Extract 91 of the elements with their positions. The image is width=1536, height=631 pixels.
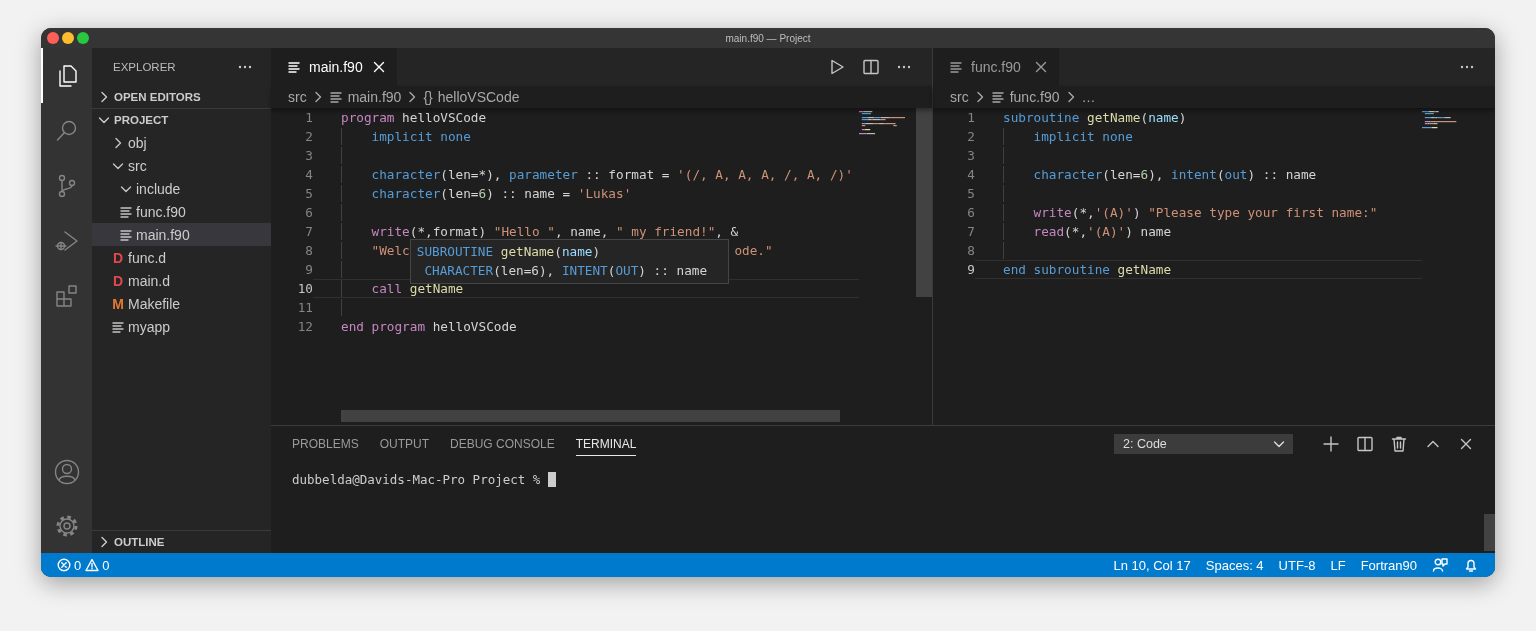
code-line: program helloVSCode — [340, 109, 488, 127]
breadcrumb-item[interactable]: … — [1081, 89, 1096, 105]
line-number: 8 — [304, 242, 313, 260]
error-icon — [57, 558, 71, 572]
file-icon — [949, 60, 963, 74]
breadcrumb-item[interactable]: src — [288, 89, 307, 105]
split-editor-icon[interactable] — [1356, 434, 1374, 453]
breadcrumb-item[interactable]: {} helloVSCode — [423, 89, 520, 105]
scrollbar-thumb[interactable] — [1484, 514, 1495, 551]
code-line: end subroutine getName — [975, 260, 1422, 279]
file-icon — [990, 90, 1005, 104]
tree-item[interactable]: obj — [92, 131, 271, 154]
line-number: 1 — [966, 109, 975, 127]
panel-tab[interactable]: PROBLEMS — [292, 431, 359, 456]
line-number: 9 — [966, 261, 975, 279]
line-number: 7 — [304, 223, 313, 241]
extensions-icon[interactable] — [53, 282, 80, 309]
line-number: 4 — [966, 166, 975, 184]
tree-item[interactable]: src — [92, 154, 271, 177]
bell-icon[interactable] — [1463, 557, 1479, 573]
line-number: 9 — [304, 261, 313, 279]
section-header[interactable]: OPEN EDITORS — [92, 86, 271, 108]
line-number: 11 — [296, 299, 313, 317]
panel-tab[interactable]: OUTPUT — [379, 431, 430, 456]
tree-item[interactable]: include — [92, 177, 271, 200]
line-number: 3 — [966, 147, 975, 165]
breadcrumb-item[interactable]: func.f90 — [990, 89, 1060, 105]
status-item[interactable]: Fortran90 — [1360, 557, 1417, 573]
line-number: 10 — [296, 280, 313, 298]
file-type-letter: D — [112, 249, 124, 266]
minimize-light[interactable] — [62, 32, 74, 44]
zoom-light[interactable] — [77, 32, 89, 44]
split-editor-icon[interactable] — [862, 58, 880, 76]
file-icon — [287, 60, 301, 74]
file-icon — [119, 204, 133, 219]
editor-tab[interactable]: main.f90 — [271, 48, 397, 86]
status-item[interactable]: Ln 10, Col 17 — [1113, 557, 1191, 573]
line-number: 3 — [304, 147, 313, 165]
status-item[interactable]: 0 — [57, 557, 82, 573]
line-number: 4 — [304, 166, 313, 184]
close-icon[interactable] — [371, 59, 387, 75]
tree-item[interactable]: D main.d — [92, 269, 271, 292]
file-icon — [111, 319, 125, 334]
close-light[interactable] — [47, 32, 59, 44]
section-header[interactable]: OUTLINE — [92, 531, 271, 553]
status-item[interactable]: UTF-8 — [1278, 557, 1316, 573]
breadcrumb-item[interactable]: main.f90 — [328, 89, 402, 105]
scrollbar-thumb[interactable] — [341, 410, 840, 422]
panel-tab[interactable]: TERMINAL — [575, 431, 637, 456]
line-number: 7 — [966, 223, 975, 241]
terminal-prompt: dubbelda@Davids-Mac-Pro Project % — [292, 472, 541, 487]
run-icon[interactable] — [828, 58, 846, 76]
line-number: 6 — [966, 204, 975, 222]
tree-item[interactable]: M Makefile — [92, 292, 271, 315]
line-number: 6 — [304, 204, 313, 222]
section-header[interactable]: PROJECT — [92, 109, 271, 131]
tree-item[interactable]: main.f90 — [92, 223, 271, 246]
tree-item[interactable]: D func.d — [92, 246, 271, 269]
hover-tooltip: SUBROUTINE getName(name) CHARACTER(len=6), INTENT(OUT) :: name — [409, 239, 730, 284]
sidebar-title: EXPLORER — [113, 61, 176, 73]
line-number: 1 — [304, 109, 313, 127]
code-line: end program helloVSCode — [340, 318, 518, 336]
warning-icon — [85, 558, 100, 572]
scrollbar-thumb[interactable] — [916, 108, 932, 297]
trash-icon[interactable] — [1390, 434, 1408, 453]
feedback-icon[interactable] — [1432, 557, 1448, 573]
code-line: subroutine getName(name) — [1002, 109, 1188, 127]
terminal-cursor — [548, 472, 557, 487]
status-item[interactable]: Spaces: 4 — [1205, 557, 1264, 573]
file-type-letter: D — [112, 272, 124, 289]
file-icon — [119, 227, 133, 242]
window-title: main.f90 — Project — [725, 32, 811, 44]
tree-item[interactable]: myapp — [92, 315, 271, 338]
line-number: 12 — [296, 318, 313, 336]
line-number: 2 — [966, 128, 975, 146]
panel-tab[interactable]: DEBUG CONSOLE — [450, 431, 555, 456]
editor-tab[interactable]: func.f90 — [933, 48, 1059, 86]
breadcrumb-item[interactable]: src — [950, 89, 969, 105]
status-item[interactable]: 0 — [85, 557, 110, 573]
tree-item[interactable]: func.f90 — [92, 200, 271, 223]
add-icon[interactable] — [1322, 434, 1340, 453]
file-type-letter: M — [112, 295, 124, 312]
line-number: 5 — [966, 185, 975, 203]
line-number: 5 — [304, 185, 313, 203]
line-number: 8 — [966, 242, 975, 260]
close-icon[interactable] — [1033, 59, 1049, 75]
status-item[interactable]: LF — [1330, 557, 1346, 573]
account-icon[interactable] — [52, 458, 81, 486]
file-icon — [328, 90, 343, 104]
terminal-dropdown[interactable]: 2: Code — [1114, 433, 1293, 454]
line-number: 2 — [304, 128, 313, 146]
